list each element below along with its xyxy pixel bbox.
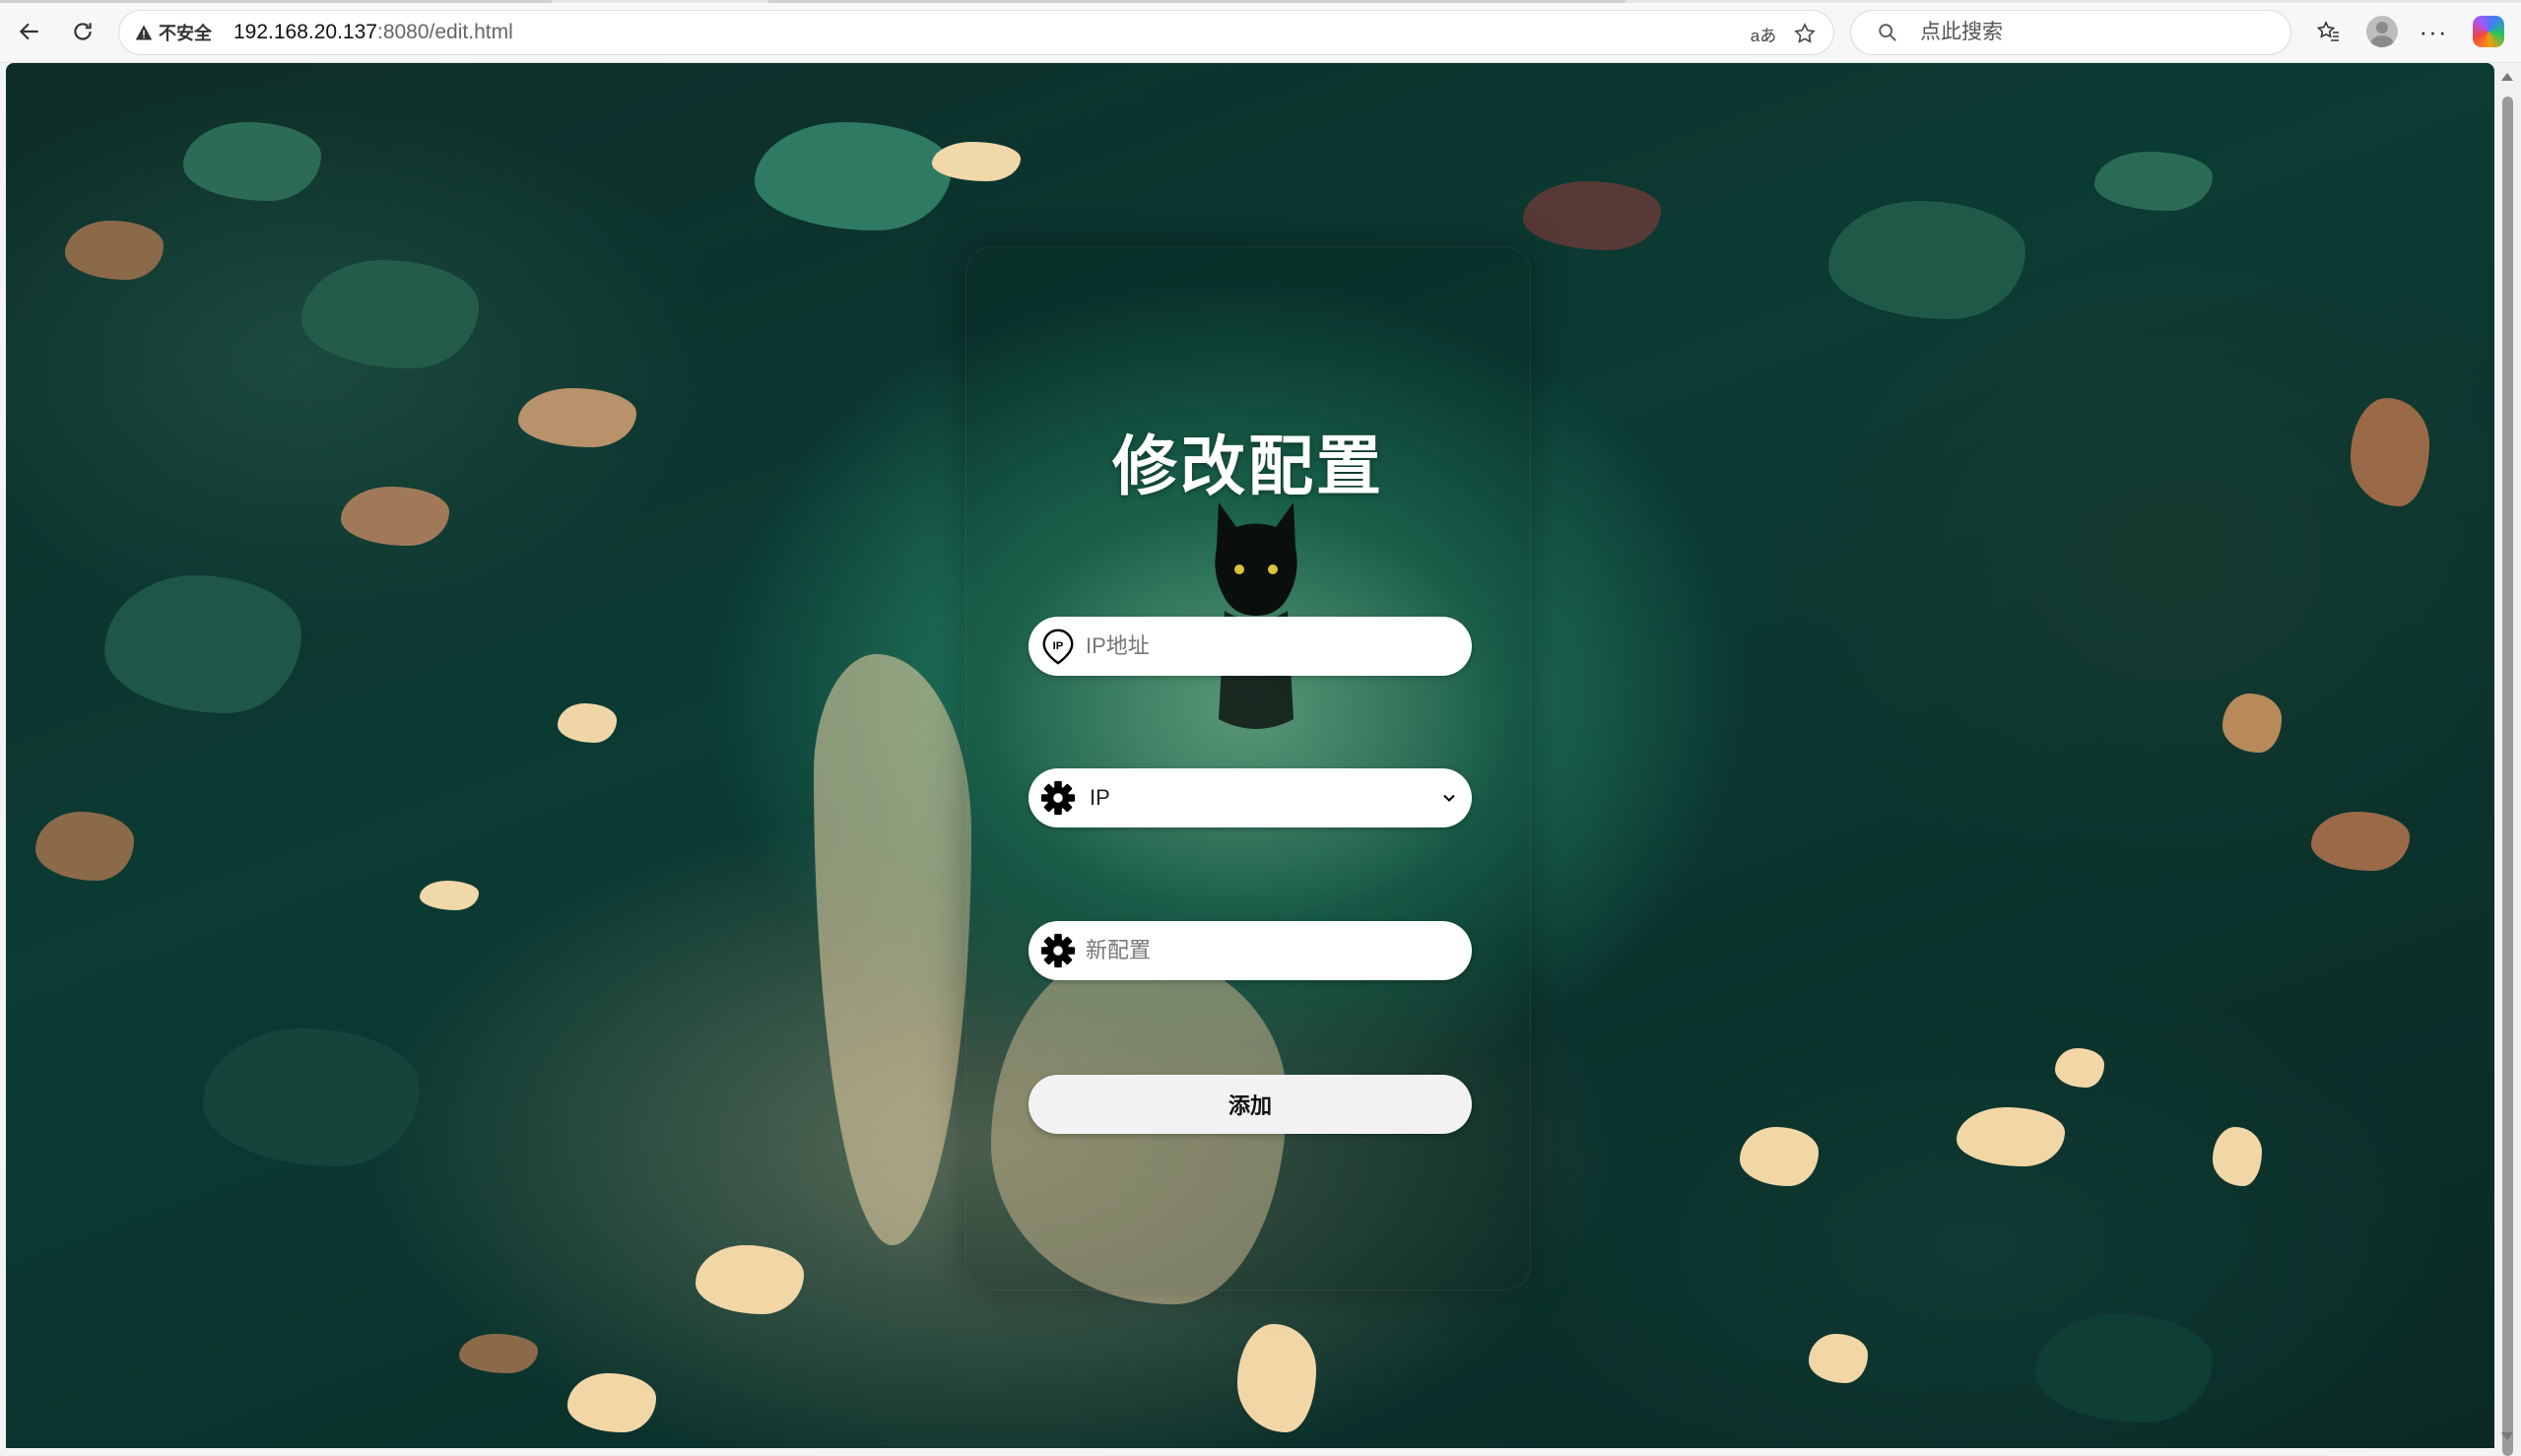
- copilot-button[interactable]: [2469, 14, 2508, 49]
- bg-leaf: [518, 388, 636, 447]
- url-path: :8080/edit.html: [376, 21, 513, 43]
- bg-leaf: [932, 142, 1021, 181]
- svg-text:IP: IP: [1053, 640, 1064, 652]
- black-cat-image: [1215, 502, 1297, 729]
- profile-button[interactable]: [2362, 14, 2402, 49]
- arrow-left-icon: [19, 23, 38, 40]
- security-label: 不安全: [159, 24, 212, 43]
- reload-button[interactable]: [65, 14, 100, 49]
- search-icon: [1879, 24, 1896, 41]
- address-bar[interactable]: 不安全 192.168.20.137:8080/edit.html aあ: [118, 10, 1834, 55]
- bg-leaf: [35, 812, 134, 881]
- ip-address-field[interactable]: IP: [1028, 617, 1472, 676]
- bg-leaf: [1237, 1324, 1316, 1432]
- back-button[interactable]: [12, 14, 47, 49]
- bg-leaf: [2311, 812, 2410, 871]
- bg-leaf: [2055, 1048, 2104, 1088]
- url-host: 192.168.20.137: [233, 21, 377, 43]
- config-type-selected: IP: [1090, 785, 1110, 810]
- bg-leaf: [2035, 1314, 2213, 1423]
- bg-leaf: [1828, 201, 2025, 319]
- config-type-select[interactable]: IP: [1028, 768, 1472, 827]
- url-text[interactable]: 192.168.20.137:8080/edit.html: [233, 21, 513, 44]
- bg-leaf: [1523, 181, 1661, 250]
- gear-icon: [1038, 778, 1078, 818]
- add-button[interactable]: 添加: [1028, 1075, 1472, 1134]
- scrollbar-thumb[interactable]: [2502, 97, 2513, 1456]
- bg-leaf: [1957, 1107, 2065, 1166]
- bg-light-streak: [814, 654, 971, 1245]
- bg-leaf: [567, 1373, 656, 1432]
- bg-leaf: [301, 260, 479, 368]
- read-aloud-icon[interactable]: aあ: [1747, 17, 1780, 50]
- bg-leaf: [1740, 1127, 1819, 1186]
- bg-leaf: [203, 1028, 420, 1166]
- ip-location-pin-icon: IP: [1038, 627, 1078, 666]
- bg-leaf: [104, 575, 301, 713]
- chevron-down-icon: [1443, 794, 1455, 802]
- bg-leaf: [558, 703, 617, 743]
- search-box[interactable]: [1850, 10, 2291, 55]
- bg-leaf: [1809, 1334, 1868, 1383]
- tab-strip: [0, 0, 2521, 3]
- bg-leaf: [183, 122, 321, 201]
- favorites-button[interactable]: [2309, 14, 2349, 49]
- favorites-star-list-icon: [2317, 21, 2339, 41]
- search-input[interactable]: [1920, 21, 2275, 44]
- copilot-icon: [2473, 16, 2504, 47]
- gear-icon: [1038, 931, 1078, 970]
- more-menu-button[interactable]: ···: [2414, 14, 2453, 49]
- scroll-down-arrow[interactable]: [2501, 1432, 2513, 1440]
- bg-leaf: [459, 1334, 538, 1373]
- bg-leaf: [755, 122, 952, 231]
- avatar: [2366, 16, 2398, 47]
- bg-leaf: [341, 487, 449, 546]
- new-config-field[interactable]: [1028, 921, 1472, 980]
- bg-leaf: [696, 1245, 804, 1314]
- favorite-star-icon[interactable]: [1788, 17, 1822, 50]
- security-indicator[interactable]: 不安全: [135, 20, 212, 45]
- page-scrollbar[interactable]: [2494, 63, 2521, 1456]
- bg-leaf: [2222, 694, 2282, 753]
- bg-leaf: [2094, 152, 2213, 211]
- bg-leaf: [2213, 1127, 2262, 1186]
- page-title: 修改配置: [1112, 430, 1384, 502]
- bg-leaf: [420, 881, 479, 910]
- new-config-input[interactable]: [1086, 938, 1450, 963]
- browser-toolbar: 不安全 192.168.20.137:8080/edit.html aあ ···: [0, 0, 2521, 63]
- warning-icon: [135, 25, 153, 40]
- reload-icon: [74, 23, 92, 40]
- more-dots-icon: ···: [2419, 16, 2448, 46]
- bg-leaf: [2351, 398, 2429, 506]
- scroll-up-arrow[interactable]: [2501, 73, 2513, 81]
- bg-leaf: [65, 221, 164, 280]
- ip-address-input[interactable]: [1086, 633, 1450, 659]
